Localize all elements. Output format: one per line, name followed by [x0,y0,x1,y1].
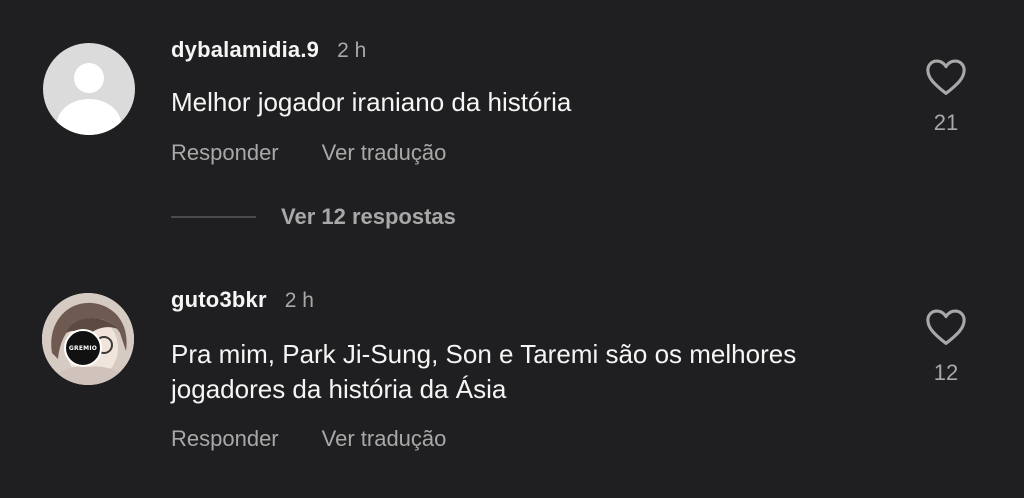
reply-button[interactable]: Responder [171,426,279,452]
replies-divider [171,216,256,218]
view-replies[interactable]: Ver 12 respostas [171,204,456,230]
view-replies-label[interactable]: Ver 12 respostas [281,204,456,230]
photo-avatar[interactable]: GREMIO [42,293,134,385]
timestamp: 2 h [284,289,314,312]
comment-text: Pra mim, Park Ji-Sung, Son e Taremi são … [171,339,797,404]
translate-button[interactable]: Ver tradução [322,140,447,166]
like-count: 21 [933,110,959,135]
comment-text: Melhor jogador iraniano da história [171,87,572,117]
username[interactable]: dybalamidia.9 [171,37,319,63]
comment-1: dybalamidia.9 2 h Melhor jogador iranian… [0,0,1024,250]
like-count: 12 [933,360,959,385]
like-control: 12 [920,308,972,386]
comment-2: GREMIO guto3bkr 2 h Pra mim, Park Ji-Sun… [0,250,1024,498]
default-avatar[interactable] [43,43,135,135]
heart-outline-icon[interactable] [925,58,967,96]
username[interactable]: guto3bkr [171,287,267,313]
user-silhouette-icon [74,63,104,93]
translate-button[interactable]: Ver tradução [322,426,447,452]
heart-outline-icon[interactable] [925,308,967,346]
comment-actions: Responder Ver tradução [171,140,446,166]
reply-button[interactable]: Responder [171,140,279,166]
like-control: 21 [920,58,972,136]
comment-actions: Responder Ver tradução [171,426,446,452]
comment-header: guto3bkr 2 h [171,287,314,313]
comment-header: dybalamidia.9 2 h [171,37,366,63]
gremio-badge: GREMIO [64,329,102,367]
badge-label: GREMIO [68,344,98,352]
timestamp: 2 h [337,39,367,62]
